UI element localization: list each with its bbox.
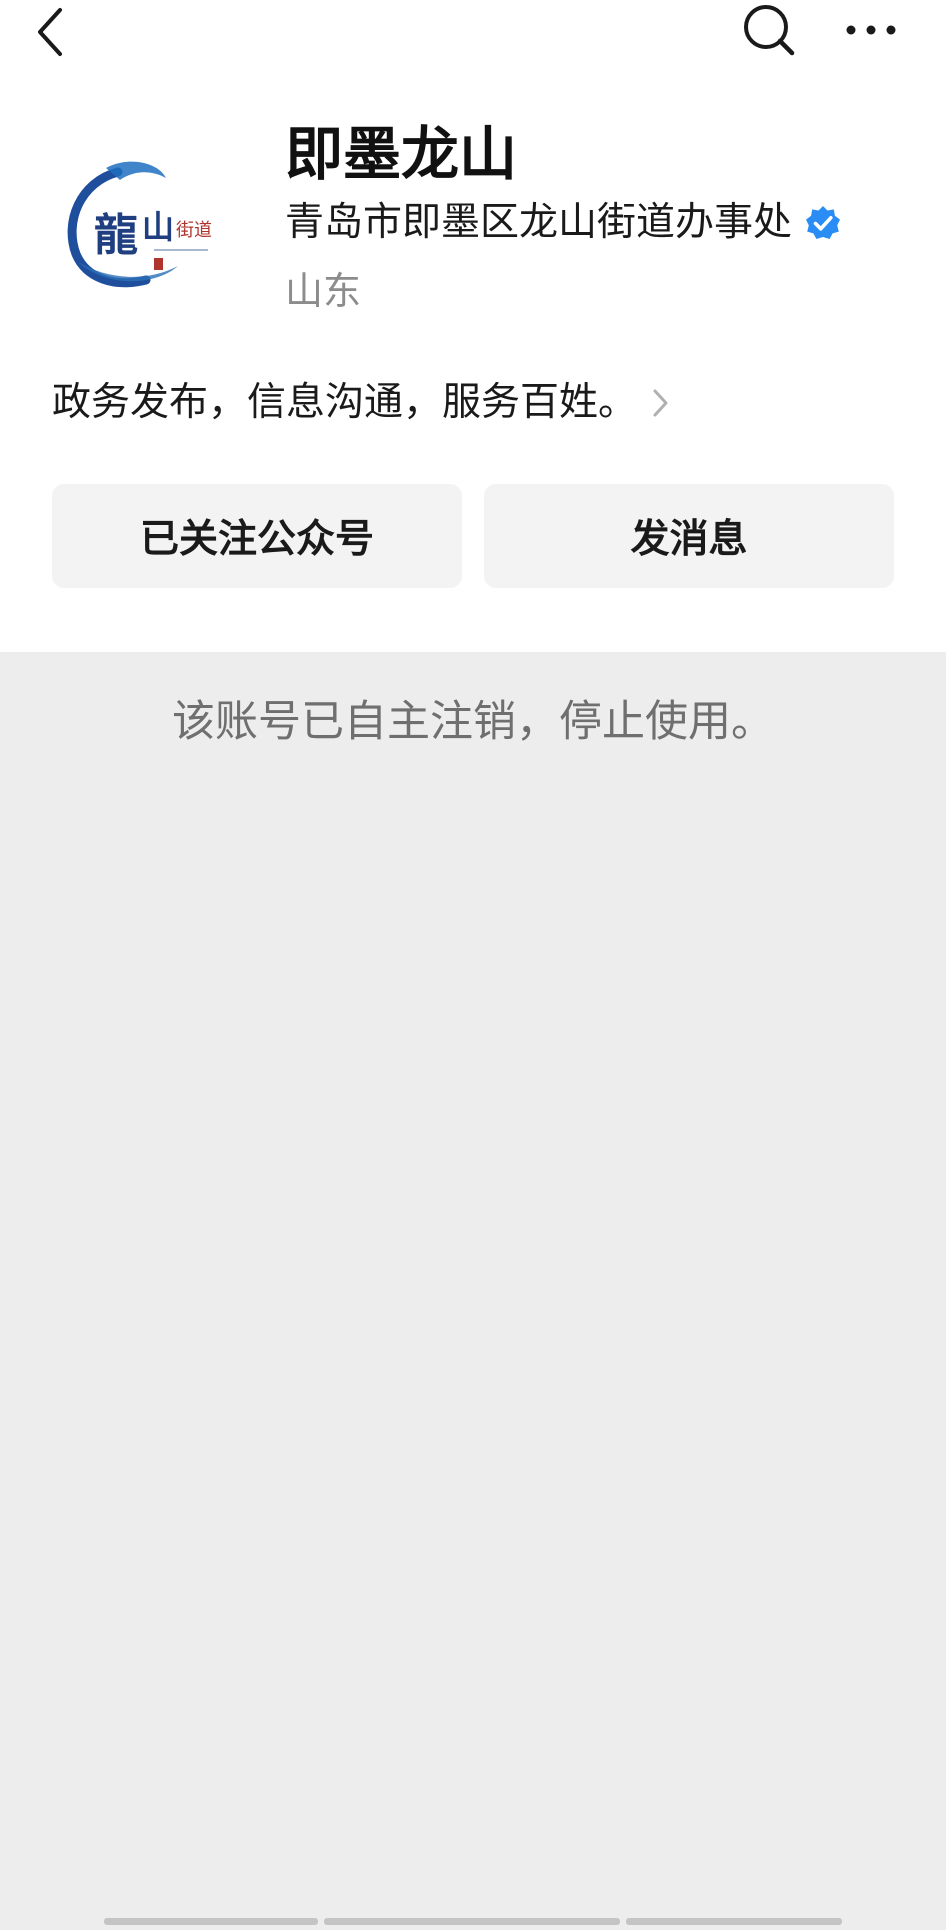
verified-badge-icon [806,206,841,239]
svg-text:街道: 街道 [176,220,212,241]
account-avatar[interactable]: 龍 山 街道 [58,150,238,300]
organization-row[interactable]: 青岛市即墨区龙山街道办事处 [285,196,842,250]
account-profile-page: 龍 山 街道 即墨龙山 青岛市即墨区龙山街道办事处 山东 政务发布，信息沟通，服… [0,0,946,1930]
profile-header-card: 龍 山 街道 即墨龙山 青岛市即墨区龙山街道办事处 山东 政务发布，信息沟通，服… [0,0,946,652]
organization-name: 青岛市即墨区龙山街道办事处 [285,200,793,245]
account-title: 即墨龙山 [285,120,518,188]
followed-account-button[interactable]: 已关注公众号 [52,484,462,588]
gesture-bar [104,1918,842,1926]
account-description: 政务发布，信息沟通，服务百姓。 [52,380,638,425]
longshan-logo: 龍 山 街道 [67,161,212,288]
gesture-bar-segment [104,1918,318,1925]
account-location: 山东 [285,269,362,313]
account-deactivated-notice: 该账号已自主注销，停止使用。 [172,697,774,747]
svg-text:山: 山 [142,208,174,246]
gesture-bar-segment [324,1918,620,1925]
search-icon [744,5,795,56]
send-message-button[interactable]: 发消息 [484,484,894,588]
svg-text:龍: 龍 [94,210,138,261]
chevron-left-icon [38,8,62,56]
search-button[interactable] [738,0,798,60]
gesture-bar-segment [626,1918,842,1925]
more-options-button[interactable] [840,10,910,50]
more-horizontal-icon [846,25,896,35]
account-description-row[interactable]: 政务发布，信息沟通，服务百姓。 [52,373,669,433]
chevron-right-icon [653,389,668,417]
back-button[interactable] [26,4,76,60]
